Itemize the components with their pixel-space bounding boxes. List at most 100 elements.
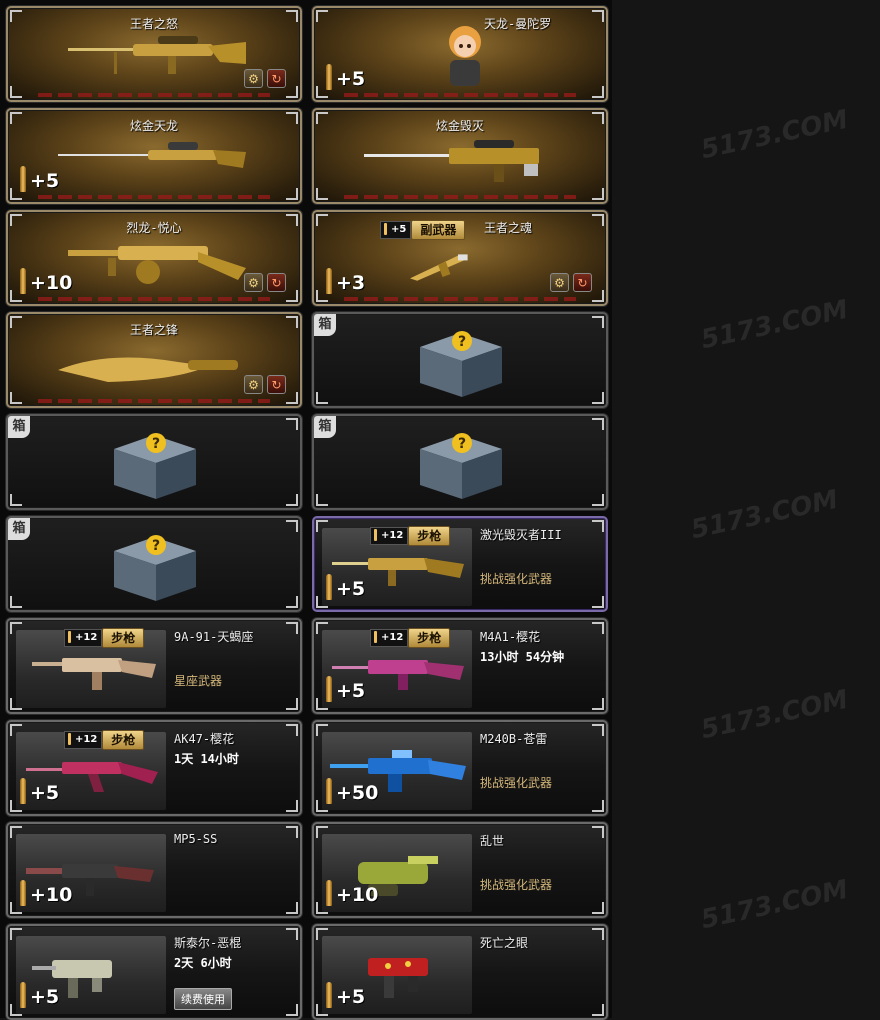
weapon-card-wangzhezhinu[interactable]: 王者之怒 ⚙ ↻ — [6, 6, 302, 102]
mystery-box-icon: ? — [420, 331, 502, 397]
bullet-icon — [326, 676, 332, 702]
weapon-tag: +5 副武器 — [380, 220, 466, 240]
pistol-icon — [410, 254, 468, 281]
weapon-card-jiguang-huimiezhe[interactable]: +12 步枪 激光毁灭者III 挑战强化武器 +5 — [312, 516, 608, 612]
box-badge-icon: 箱 — [8, 518, 30, 540]
weapon-card-wangzhezhifeng[interactable]: 王者之锋 ⚙ ↻ — [6, 312, 302, 408]
weapon-card-mp5-ss[interactable]: MP5-SS +10 — [6, 822, 302, 918]
bullet-icon — [20, 982, 26, 1008]
bonus-indicator: +5 — [20, 980, 59, 1008]
assault-rifle-icon — [32, 658, 156, 690]
card-actions: ⚙ ↻ — [244, 375, 286, 394]
weapon-subtitle: 挑战强化武器 — [480, 572, 553, 586]
watermark: 5173.COM — [688, 484, 841, 546]
box-badge-icon: 箱 — [314, 314, 336, 336]
tommy-gun-icon — [68, 246, 246, 284]
bullet-icon — [326, 268, 332, 294]
weapon-name: 王者之怒 — [129, 17, 178, 31]
weapon-name: 王者之魂 — [484, 221, 533, 235]
rental-time: 1天 14小时 — [174, 752, 239, 766]
weapon-name: 炫金毁灭 — [435, 119, 484, 133]
refresh-icon[interactable]: ↻ — [267, 375, 286, 394]
weapon-subtitle: 星座武器 — [174, 674, 223, 688]
weapon-name: M240B-苍雷 — [480, 732, 548, 746]
weapon-card-xuanjin-tianlong[interactable]: 炫金天龙 +5 — [6, 108, 302, 204]
weapon-card-ak47-yinghua[interactable]: +12 步枪 AK47-樱花 1天 14小时 +5 — [6, 720, 302, 816]
sniper-rifle-icon — [68, 36, 246, 74]
card-actions: ⚙ ↻ — [244, 273, 286, 292]
weapon-card-luanshi[interactable]: 乱世 挑战强化武器 +10 — [312, 822, 608, 918]
svg-text:?: ? — [152, 538, 160, 554]
bonus-indicator: +5 — [326, 62, 365, 90]
weapon-name: 乱世 — [480, 834, 505, 848]
box-badge-icon: 箱 — [314, 416, 336, 438]
weapon-name: 王者之锋 — [129, 323, 178, 337]
weapon-subtitle: 挑战强化武器 — [480, 878, 553, 892]
weapon-card-lielong-yuexin[interactable]: 烈龙-悦心 +10 ⚙ ↻ — [6, 210, 302, 306]
repair-icon[interactable]: ⚙ — [244, 273, 263, 292]
character-name: 天龙-曼陀罗 — [484, 17, 552, 31]
repair-icon[interactable]: ⚙ — [550, 273, 569, 292]
weapon-card-9a91-tianxiezuo[interactable]: +12 步枪 9A-91-天蝎座 星座武器 — [6, 618, 302, 714]
bullet-icon — [326, 778, 332, 804]
weapon-card-siwangzhiyan[interactable]: 死亡之眼 +5 — [312, 924, 608, 1020]
bullet-icon — [326, 880, 332, 906]
bullet-icon — [326, 574, 332, 600]
weapon-card-xuanjin-huimie[interactable]: 炫金毁灭 — [312, 108, 608, 204]
bullet-icon — [326, 982, 332, 1008]
bullet-icon — [20, 268, 26, 294]
mystery-box-card[interactable]: 箱 ? — [6, 516, 302, 612]
weapon-card-m4a1-yinghua[interactable]: +12 步枪 M4A1-樱花 13小时 54分钟 +5 — [312, 618, 608, 714]
inventory-grid: 王者之怒 ⚙ ↻ 天龙-曼陀罗 +5 炫金天龙 +5 炫金毁灭 烈龙-悦心 +1… — [0, 0, 612, 1020]
bonus-indicator: +10 — [20, 266, 72, 294]
card-actions: ⚙ ↻ — [244, 69, 286, 88]
mystery-box-card[interactable]: 箱 ? — [312, 414, 608, 510]
rental-time: 13小时 54分钟 — [480, 650, 565, 664]
repair-icon[interactable]: ⚙ — [244, 375, 263, 394]
bonus-indicator: +5 — [326, 572, 365, 600]
rental-time: 2天 6小时 — [174, 956, 232, 970]
bonus-indicator: +5 — [20, 776, 59, 804]
heavy-sniper-icon — [364, 140, 539, 182]
bonus-indicator: +5 — [20, 164, 59, 192]
watermark: 5173.COM — [698, 294, 851, 356]
weapon-card-sitaier-egun[interactable]: 斯泰尔-恶棍 2天 6小时 续费使用 +5 — [6, 924, 302, 1020]
bullet-icon — [20, 166, 26, 192]
bonus-indicator: +3 — [326, 266, 365, 294]
mystery-box-icon: ? — [114, 535, 196, 601]
renew-button[interactable]: 续费使用 — [174, 988, 232, 1010]
mystery-box-card[interactable]: 箱 ? — [6, 414, 302, 510]
bonus-indicator: +5 — [326, 980, 365, 1008]
watermark: 5173.COM — [698, 104, 851, 166]
bonus-indicator: +50 — [326, 776, 378, 804]
mystery-box-icon: ? — [114, 433, 196, 499]
box-badge-icon: 箱 — [8, 416, 30, 438]
weapon-name: MP5-SS — [174, 832, 218, 846]
bonus-indicator: +10 — [20, 878, 72, 906]
weapon-subtitle: 挑战强化武器 — [480, 776, 553, 790]
svg-text:?: ? — [458, 436, 466, 452]
weapon-name: AK47-樱花 — [174, 732, 235, 746]
character-card-tianlong-mantuoluo[interactable]: 天龙-曼陀罗 +5 — [312, 6, 608, 102]
refresh-icon[interactable]: ↻ — [267, 69, 286, 88]
weapon-name: 9A-91-天蝎座 — [174, 630, 254, 644]
weapon-card-m240b-canglei[interactable]: M240B-苍雷 挑战强化武器 +50 — [312, 720, 608, 816]
weapon-name: 烈龙-悦心 — [126, 221, 182, 235]
repair-icon[interactable]: ⚙ — [244, 69, 263, 88]
card-actions: ⚙ ↻ — [550, 273, 592, 292]
watermark: 5173.COM — [698, 684, 851, 746]
watermark: 5173.COM — [698, 874, 851, 936]
refresh-icon[interactable]: ↻ — [573, 273, 592, 292]
svg-text:?: ? — [152, 436, 160, 452]
bullet-icon — [20, 778, 26, 804]
mystery-box-card[interactable]: 箱 ? — [312, 312, 608, 408]
weapon-card-wangzhezhihun[interactable]: +5 副武器 王者之魂 +3 ⚙ ↻ — [312, 210, 608, 306]
bonus-indicator: +5 — [326, 674, 365, 702]
character-avatar-icon — [449, 26, 481, 86]
weapon-name: 炫金天龙 — [129, 119, 178, 133]
bonus-indicator: +10 — [326, 878, 378, 906]
sniper-rifle-icon — [58, 142, 246, 168]
weapon-name: 斯泰尔-恶棍 — [174, 936, 242, 950]
bullet-icon — [20, 880, 26, 906]
refresh-icon[interactable]: ↻ — [267, 273, 286, 292]
